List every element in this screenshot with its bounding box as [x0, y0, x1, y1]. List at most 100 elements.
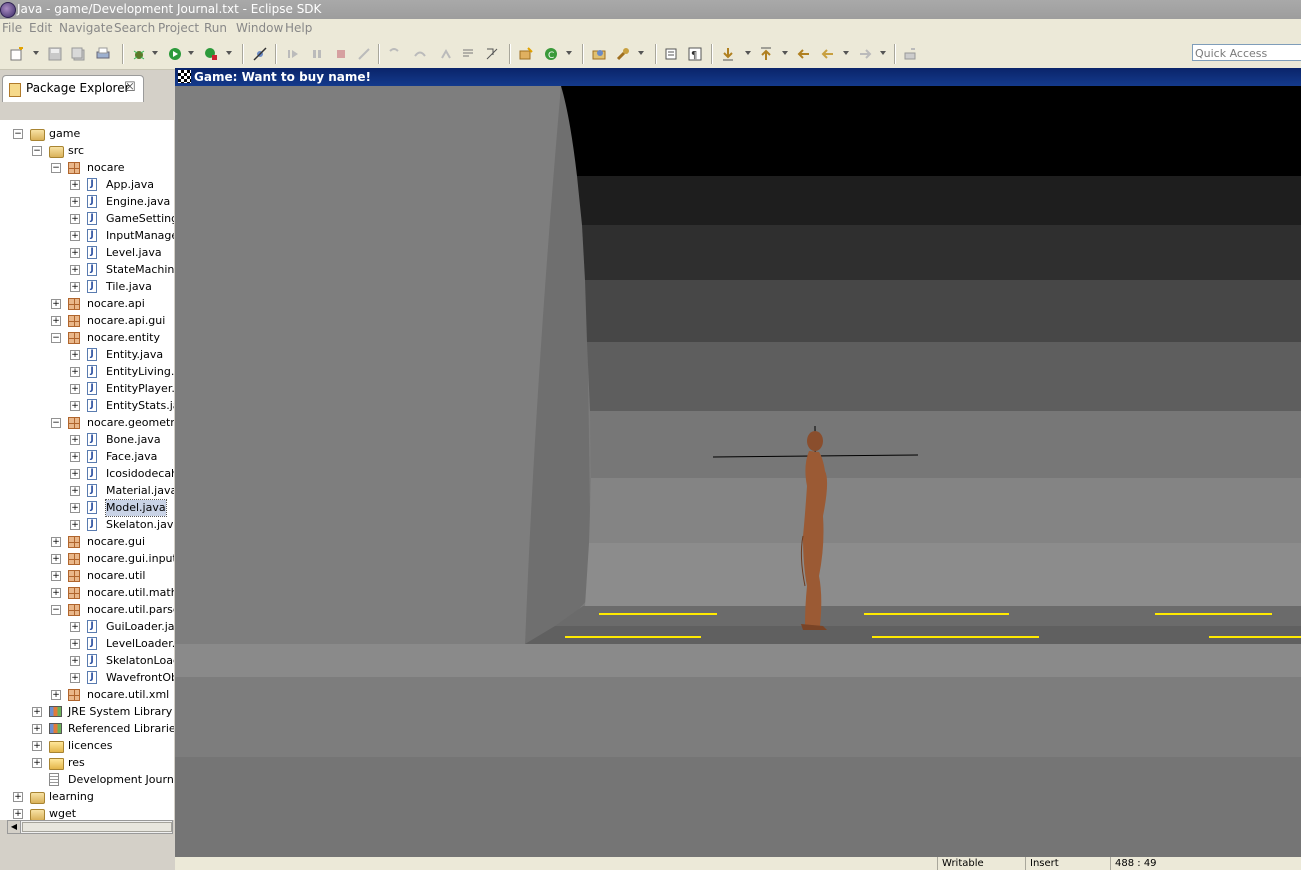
- tree-item[interactable]: + nocare.util.math: [0, 585, 174, 601]
- tree-item[interactable]: − nocare.geometry: [0, 415, 174, 431]
- expand-icon[interactable]: +: [70, 384, 80, 394]
- open-type-icon[interactable]: [591, 46, 607, 62]
- tab-package-explorer[interactable]: Package Explorer ☒: [2, 75, 144, 102]
- show-whitespace-icon[interactable]: ¶: [687, 46, 703, 62]
- expand-icon[interactable]: +: [70, 503, 80, 513]
- resume-icon[interactable]: [285, 46, 301, 62]
- tree-item[interactable]: − nocare.util.parser: [0, 602, 174, 618]
- tree-item[interactable]: + nocare.gui.input: [0, 551, 174, 567]
- expand-icon[interactable]: +: [51, 554, 61, 564]
- new-java-project-icon[interactable]: [518, 46, 534, 62]
- use-step-filters-icon[interactable]: [484, 46, 500, 62]
- step-over-icon[interactable]: [412, 46, 428, 62]
- tree-item[interactable]: + J Level.java: [0, 245, 174, 261]
- tree-item[interactable]: + J Entity.java: [0, 347, 174, 363]
- expand-icon[interactable]: +: [32, 707, 42, 717]
- close-icon[interactable]: ☒: [124, 80, 136, 95]
- tree-item[interactable]: + J Icosidodecahe: [0, 466, 174, 482]
- expand-icon[interactable]: +: [70, 469, 80, 479]
- expand-icon[interactable]: +: [70, 214, 80, 224]
- back-icon[interactable]: [820, 46, 836, 62]
- scroll-thumb[interactable]: [22, 822, 172, 832]
- last-edit-location-icon[interactable]: [796, 46, 812, 62]
- menu-search[interactable]: Search: [113, 19, 156, 37]
- tree-item[interactable]: + J GuiLoader.jav: [0, 619, 174, 635]
- forward-icon[interactable]: [857, 46, 873, 62]
- expand-icon[interactable]: +: [70, 486, 80, 496]
- save-all-icon[interactable]: [70, 46, 86, 62]
- expand-icon[interactable]: +: [70, 265, 80, 275]
- toggle-breadcrumb-icon[interactable]: [663, 46, 679, 62]
- drop-to-frame-icon[interactable]: [460, 46, 476, 62]
- tree-item[interactable]: + J Bone.java: [0, 432, 174, 448]
- run-icon[interactable]: [167, 46, 183, 62]
- tree-item[interactable]: − game: [0, 126, 174, 142]
- tree-item[interactable]: + res: [0, 755, 174, 771]
- expand-icon[interactable]: +: [51, 690, 61, 700]
- expand-icon[interactable]: +: [13, 792, 23, 802]
- expand-icon[interactable]: +: [13, 809, 23, 819]
- tree-item[interactable]: + J Skelaton.java: [0, 517, 174, 533]
- new-icon[interactable]: [9, 46, 25, 62]
- menu-edit[interactable]: Edit: [28, 19, 53, 37]
- expand-icon[interactable]: +: [70, 248, 80, 258]
- search-icon[interactable]: [615, 46, 631, 62]
- tree-item[interactable]: + nocare.api: [0, 296, 174, 312]
- tree-item[interactable]: + J EntityLiving.ja: [0, 364, 174, 380]
- debug-icon[interactable]: [131, 46, 147, 62]
- terminate-icon[interactable]: [333, 46, 349, 62]
- menu-file[interactable]: File: [1, 19, 23, 37]
- tree-item[interactable]: + JRE System Library [J: [0, 704, 174, 720]
- collapse-icon[interactable]: −: [51, 333, 61, 343]
- expand-icon[interactable]: +: [70, 282, 80, 292]
- tree-item[interactable]: + nocare.gui: [0, 534, 174, 550]
- expand-icon[interactable]: +: [70, 656, 80, 666]
- tree-item[interactable]: − src: [0, 143, 174, 159]
- tree-item[interactable]: + J EntityPlayer.j: [0, 381, 174, 397]
- menu-window[interactable]: Window: [235, 19, 284, 37]
- disconnect-icon[interactable]: [356, 46, 372, 62]
- tree-item[interactable]: + J SkelatonLoade: [0, 653, 174, 669]
- tree-item[interactable]: + licences: [0, 738, 174, 754]
- collapse-icon[interactable]: −: [32, 146, 42, 156]
- expand-icon[interactable]: +: [32, 724, 42, 734]
- expand-icon[interactable]: +: [70, 673, 80, 683]
- tree-item[interactable]: − nocare.entity: [0, 330, 174, 346]
- external-tools-icon[interactable]: [203, 46, 219, 62]
- menu-help[interactable]: Help: [284, 19, 313, 37]
- tree-item[interactable]: + J WavefrontOb: [0, 670, 174, 686]
- suspend-icon[interactable]: [309, 46, 325, 62]
- expand-icon[interactable]: +: [70, 639, 80, 649]
- scroll-left-arrow-icon[interactable]: ◀: [8, 821, 21, 833]
- collapse-icon[interactable]: −: [51, 418, 61, 428]
- horizontal-scrollbar[interactable]: ◀: [7, 820, 173, 834]
- game-viewport[interactable]: [175, 86, 1301, 857]
- menu-run[interactable]: Run: [203, 19, 228, 37]
- tree-item[interactable]: − nocare: [0, 160, 174, 176]
- print-icon[interactable]: [95, 46, 111, 62]
- tree-item[interactable]: + nocare.util: [0, 568, 174, 584]
- tree-item[interactable]: + J LevelLoader.j: [0, 636, 174, 652]
- expand-icon[interactable]: +: [70, 452, 80, 462]
- tree-item[interactable]: + J GameSettings: [0, 211, 174, 227]
- collapse-icon[interactable]: −: [51, 605, 61, 615]
- pin-editor-icon[interactable]: [902, 46, 918, 62]
- expand-icon[interactable]: +: [51, 537, 61, 547]
- new-class-icon[interactable]: C: [543, 46, 559, 62]
- game-title-bar[interactable]: Game: Want to buy name!: [175, 68, 1301, 86]
- tree-item[interactable]: + nocare.util.xml: [0, 687, 174, 703]
- collapse-icon[interactable]: −: [13, 129, 23, 139]
- expand-icon[interactable]: +: [70, 350, 80, 360]
- tree-item[interactable]: + learning: [0, 789, 174, 805]
- save-icon[interactable]: [47, 46, 63, 62]
- expand-icon[interactable]: +: [70, 197, 80, 207]
- tree-item[interactable]: + J Material.java: [0, 483, 174, 499]
- previous-annotation-icon[interactable]: [758, 46, 774, 62]
- tree-item[interactable]: + wget: [0, 806, 174, 820]
- tree-item[interactable]: + nocare.api.gui: [0, 313, 174, 329]
- expand-icon[interactable]: +: [70, 231, 80, 241]
- tree-item[interactable]: Development Journal.: [0, 772, 174, 788]
- tree-item[interactable]: + Referenced Libraries: [0, 721, 174, 737]
- tree-item[interactable]: + J StateMachine: [0, 262, 174, 278]
- collapse-icon[interactable]: −: [51, 163, 61, 173]
